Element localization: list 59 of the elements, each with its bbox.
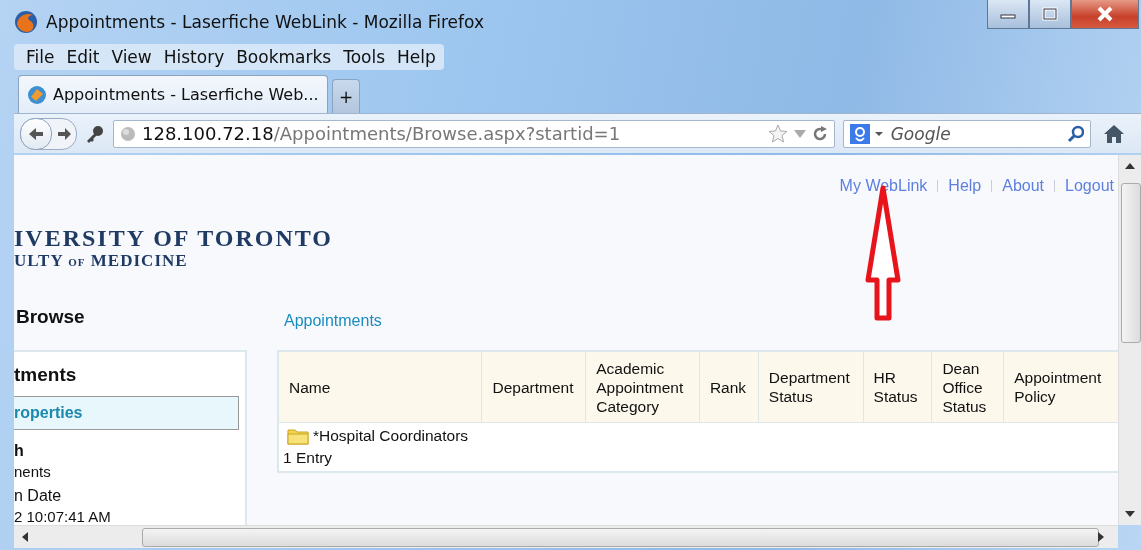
menu-item[interactable]: File bbox=[20, 47, 61, 67]
breadcrumb-link[interactable]: Appointments bbox=[284, 306, 382, 336]
column-header[interactable]: Department bbox=[482, 352, 587, 422]
browser-tab[interactable]: Appointments - Laserfiche Web... bbox=[18, 75, 328, 113]
menu-item[interactable]: History bbox=[157, 47, 231, 67]
forward-button[interactable] bbox=[56, 126, 72, 141]
panel-title: tments bbox=[14, 363, 78, 386]
field-value: 2 10:07:41 AM bbox=[14, 507, 112, 525]
panel-tab[interactable]: roperties bbox=[14, 396, 239, 430]
search-field[interactable]: Google bbox=[843, 119, 1091, 148]
menu-item[interactable]: View bbox=[105, 47, 158, 67]
header-link[interactable]: My WebLink bbox=[839, 177, 928, 195]
home-icon[interactable] bbox=[1103, 123, 1125, 144]
back-button[interactable] bbox=[20, 117, 52, 150]
column-header[interactable]: Appointment Policy bbox=[1004, 352, 1118, 422]
address-field[interactable]: 128.100.72.18/Appointments/Browse.aspx?startid=1 bbox=[113, 119, 835, 148]
menu-item[interactable]: Bookmarks bbox=[230, 47, 338, 67]
column-header[interactable]: Department Status bbox=[758, 352, 864, 422]
column-header[interactable]: Academic Appointment Category bbox=[586, 352, 700, 422]
header-link[interactable]: Help bbox=[948, 177, 982, 195]
column-header[interactable]: Name bbox=[279, 352, 483, 422]
university-logo: IVERSITY OF TORONTO ULTY OF MEDICINE bbox=[14, 225, 334, 272]
globe-icon bbox=[120, 125, 136, 142]
browse-heading: Browse bbox=[16, 306, 86, 329]
menu-item[interactable]: Edit bbox=[60, 47, 106, 67]
header-link[interactable]: Logout bbox=[1065, 177, 1114, 195]
scroll-down-icon[interactable] bbox=[1125, 511, 1135, 517]
scroll-up-icon[interactable] bbox=[1125, 163, 1135, 169]
folder-link[interactable]: *Hospital Coordinators bbox=[313, 427, 469, 445]
back-icon bbox=[27, 125, 45, 142]
column-header[interactable]: HR Status bbox=[863, 352, 933, 422]
field-label: n Date bbox=[14, 486, 63, 506]
field-value: nents bbox=[14, 462, 52, 482]
search-field[interactable]: Google bbox=[888, 122, 1063, 145]
key-icon[interactable] bbox=[85, 123, 105, 144]
close-icon bbox=[1096, 6, 1114, 22]
column-header[interactable]: Dean Office Status bbox=[932, 352, 1005, 422]
window-title: Appointments - Laserfiche WebLink - Mozilla Firefox bbox=[46, 12, 484, 32]
reload-icon[interactable] bbox=[812, 125, 828, 142]
minimize-button[interactable] bbox=[987, 0, 1029, 29]
site-icon bbox=[27, 84, 47, 105]
header-link[interactable]: About bbox=[1002, 177, 1045, 195]
star-icon[interactable] bbox=[768, 123, 788, 144]
search-icon[interactable] bbox=[1066, 124, 1084, 143]
close-button[interactable] bbox=[1071, 0, 1139, 29]
field-label: h bbox=[14, 441, 25, 461]
browser-tab[interactable]: + bbox=[332, 79, 360, 113]
search-engine-icon[interactable] bbox=[850, 123, 885, 144]
maximize-button[interactable] bbox=[1029, 0, 1071, 29]
maximize-icon bbox=[1042, 7, 1058, 21]
column-header[interactable]: Rank bbox=[699, 352, 759, 422]
folder-icon bbox=[287, 427, 309, 445]
scroll-left-icon[interactable] bbox=[22, 532, 28, 542]
entry-count: 1 Entry bbox=[282, 449, 334, 468]
browser-logo-icon bbox=[14, 10, 38, 34]
vertical-scrollbar[interactable] bbox=[1118, 155, 1141, 525]
menu-item[interactable]: Tools bbox=[337, 47, 392, 67]
menu-item[interactable]: Help bbox=[391, 47, 442, 67]
horizontal-scrollbar[interactable] bbox=[14, 525, 1118, 548]
